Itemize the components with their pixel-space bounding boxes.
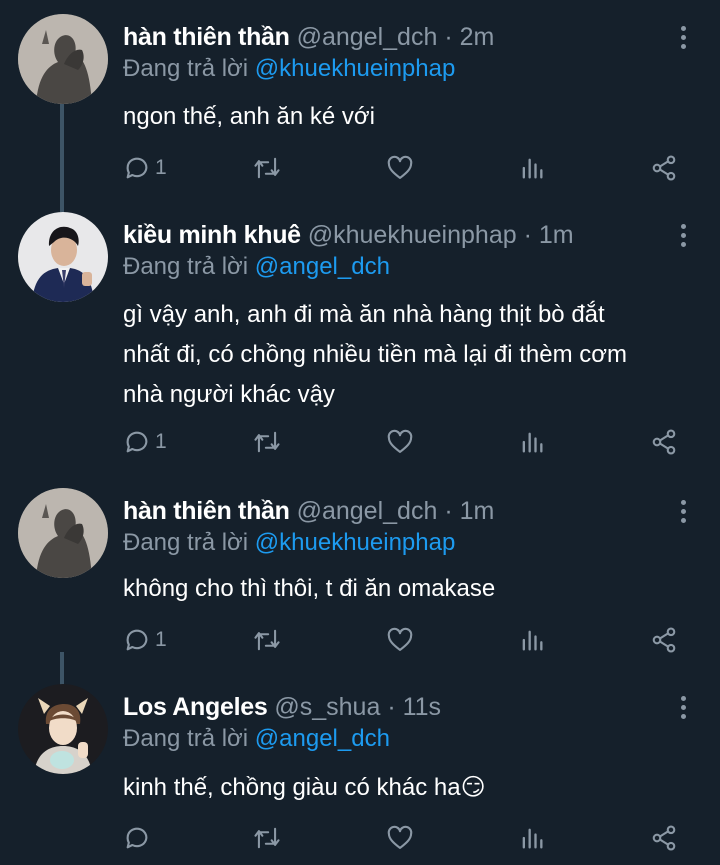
timestamp[interactable]: · 1m: [444, 497, 494, 525]
reply-button[interactable]: 1: [123, 422, 167, 462]
tweet-text: gì vậy anh, anh đi mà ăn nhà hàng thịt b…: [123, 295, 703, 415]
retweet-icon: [254, 629, 280, 651]
replying-to-label: Đang trả lời: [123, 529, 249, 556]
replying-to-label: Đang trả lời: [123, 253, 249, 280]
tweet-actions: 1: [0, 148, 720, 188]
display-name[interactable]: hàn thiên thần: [123, 23, 290, 51]
retweet-button[interactable]: [252, 818, 282, 858]
display-name[interactable]: kiều minh khuê: [123, 221, 301, 249]
reply-button[interactable]: [123, 818, 155, 858]
like-icon: [387, 627, 413, 651]
replying-to-label: Đang trả lời: [123, 55, 249, 82]
reply-icon: [126, 157, 148, 179]
avatar-photo: [18, 14, 108, 104]
analytics-icon: [522, 158, 543, 179]
tweet-actions: 1: [0, 422, 720, 462]
analytics-icon: [522, 630, 543, 651]
reply-button[interactable]: 1: [123, 620, 167, 660]
tweet-header: hàn thiên thần @angel_dch · 2m: [123, 22, 494, 52]
avatar[interactable]: [18, 212, 108, 302]
tweet-actions: [0, 818, 720, 858]
username[interactable]: @angel_dch: [297, 23, 438, 51]
more-options-icon[interactable]: [678, 26, 688, 56]
reply-count: 1: [155, 156, 167, 179]
retweet-icon: [254, 827, 280, 849]
mention-link[interactable]: @angel_dch: [255, 253, 390, 280]
share-button[interactable]: [650, 818, 678, 858]
retweet-button[interactable]: [252, 148, 282, 188]
tweet-actions: 1: [0, 620, 720, 660]
tweet-text-line: nhất đi, có chồng nhiều tiền mà lại đi t…: [123, 341, 628, 368]
analytics-button[interactable]: [518, 148, 546, 188]
tweet-text-line: không cho thì thôi, t đi ăn omakase: [123, 575, 496, 602]
tweet-header: hàn thiên thần @angel_dch · 1m: [123, 496, 494, 526]
mention-link[interactable]: @khuekhueinphap: [255, 55, 456, 82]
timestamp[interactable]: · 1m: [524, 221, 574, 249]
reply-icon: [126, 827, 148, 849]
timestamp[interactable]: · 11s: [387, 693, 441, 721]
display-name[interactable]: hàn thiên thần: [123, 497, 290, 525]
like-button[interactable]: [386, 422, 414, 462]
tweet-text-line: ngon thế, anh ăn ké với: [123, 103, 375, 130]
like-icon: [387, 825, 413, 849]
replying-to: Đang trả lời @angel_dch: [123, 725, 390, 753]
tweet-text: không cho thì thôi, t đi ăn omakase: [123, 569, 703, 609]
reply-icon: [126, 431, 148, 453]
display-name[interactable]: Los Angeles: [123, 693, 268, 721]
analytics-button[interactable]: [518, 620, 546, 660]
timestamp[interactable]: · 2m: [444, 23, 494, 51]
analytics-icon: [522, 828, 543, 849]
username[interactable]: @khuekhueinphap: [308, 221, 517, 249]
avatar[interactable]: [18, 488, 108, 578]
replying-to-label: Đang trả lời: [123, 725, 249, 752]
username[interactable]: @angel_dch: [297, 497, 438, 525]
tweet-header: kiều minh khuê @khuekhueinphap · 1m: [123, 220, 574, 250]
like-button[interactable]: [386, 818, 414, 858]
more-options-icon[interactable]: [678, 696, 688, 726]
more-options-icon[interactable]: [678, 224, 688, 254]
tweet-text-line: gì vậy anh, anh đi mà ăn nhà hàng thịt b…: [123, 301, 605, 328]
replying-to: Đang trả lời @angel_dch: [123, 253, 390, 281]
share-icon: [652, 155, 676, 181]
tweet-header: Los Angeles @s_shua · 11s: [123, 692, 441, 722]
replying-to: Đang trả lời @khuekhueinphap: [123, 529, 455, 557]
avatar-photo: [18, 212, 108, 302]
like-button[interactable]: [386, 620, 414, 660]
retweet-button[interactable]: [252, 422, 282, 462]
share-button[interactable]: [650, 148, 678, 188]
retweet-icon: [254, 157, 280, 179]
tweet-text: kinh thế, chồng giàu có khác ha😏: [123, 768, 703, 808]
replying-to: Đang trả lời @khuekhueinphap: [123, 55, 455, 83]
analytics-button[interactable]: [518, 422, 546, 462]
tweet-text-line: nhà người khác vậy: [123, 381, 335, 408]
mention-link[interactable]: @angel_dch: [255, 725, 390, 752]
reply-count: 1: [155, 430, 167, 453]
share-icon: [652, 627, 676, 653]
retweet-button[interactable]: [252, 620, 282, 660]
username[interactable]: @s_shua: [274, 693, 380, 721]
share-button[interactable]: [650, 620, 678, 660]
share-icon: [652, 825, 676, 851]
analytics-button[interactable]: [518, 818, 546, 858]
more-options-icon[interactable]: [678, 500, 688, 530]
avatar[interactable]: [18, 14, 108, 104]
share-icon: [652, 429, 676, 455]
reply-icon: [126, 629, 148, 651]
retweet-icon: [254, 431, 280, 453]
mention-link[interactable]: @khuekhueinphap: [255, 529, 456, 556]
share-button[interactable]: [650, 422, 678, 462]
avatar-photo: [18, 488, 108, 578]
like-icon: [387, 429, 413, 453]
like-button[interactable]: [386, 148, 414, 188]
tweet-text: ngon thế, anh ăn ké với: [123, 97, 703, 137]
avatar-photo: [18, 684, 108, 774]
like-icon: [387, 155, 413, 179]
reply-count: 1: [155, 628, 167, 651]
avatar[interactable]: [18, 684, 108, 774]
reply-button[interactable]: 1: [123, 148, 167, 188]
tweet-text-line: kinh thế, chồng giàu có khác ha😏: [123, 774, 486, 801]
analytics-icon: [522, 432, 543, 453]
